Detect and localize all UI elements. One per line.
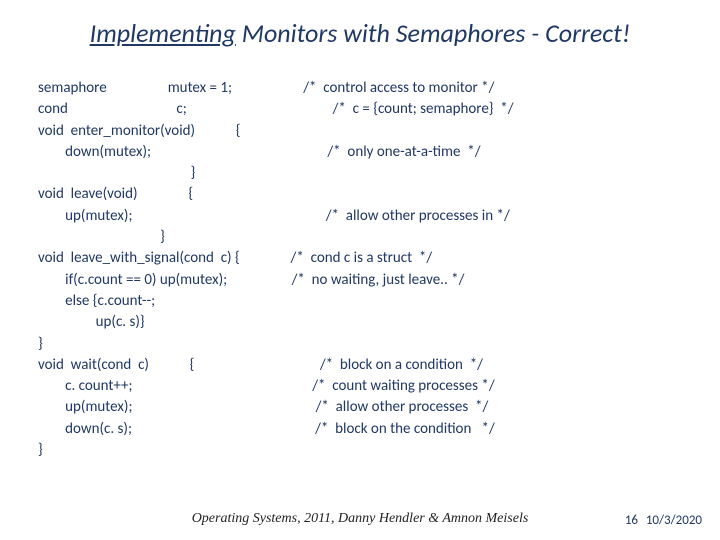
footer-credit: Operating Systems, 2011, Danny Hendler &… (0, 511, 720, 527)
footer-date: 10/3/2020 (646, 513, 702, 528)
title-rest: Monitors with Semaphores - Correct! (236, 17, 630, 49)
code-block: semaphore mutex = 1; /* control access t… (38, 78, 514, 461)
title-underlined: Implementing (90, 17, 236, 49)
page-number: 16 (625, 513, 638, 528)
slide-root: Implementing Monitors with Semaphores - … (0, 0, 720, 540)
slide-title: Implementing Monitors with Semaphores - … (0, 17, 720, 49)
